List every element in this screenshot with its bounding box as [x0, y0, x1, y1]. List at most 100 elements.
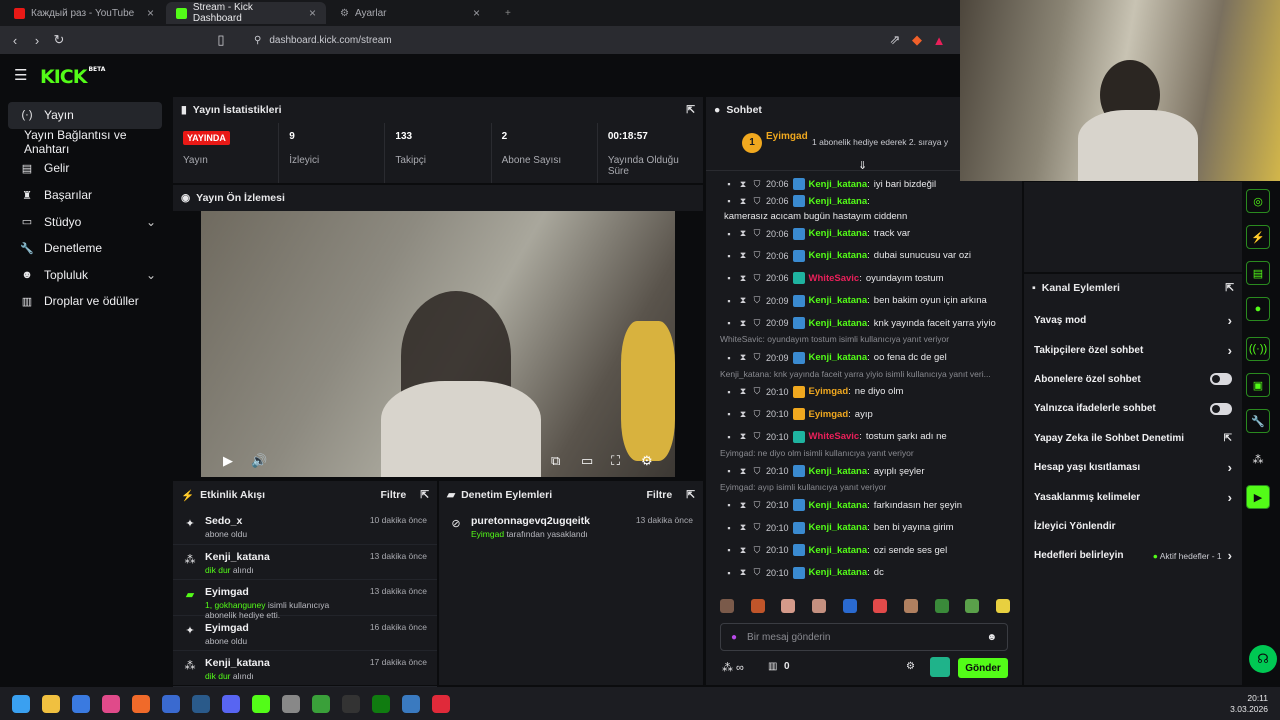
close-icon[interactable]: × [309, 6, 316, 20]
timeout-icon[interactable]: ⧗ [738, 567, 748, 578]
sidebar-item[interactable]: ▤ Gelir [8, 155, 162, 182]
kick-icon[interactable] [252, 694, 270, 713]
message-username[interactable]: Eyimgad [809, 409, 849, 420]
shield-icon[interactable]: ⛉ [752, 386, 762, 397]
document-icon[interactable]: ▤ [1246, 261, 1270, 285]
emote[interactable] [811, 599, 826, 613]
timeout-icon[interactable]: ⧗ [738, 179, 748, 190]
chevron-right-icon[interactable]: › [1228, 460, 1232, 475]
back-icon[interactable]: ‹ [4, 33, 26, 48]
shield-icon[interactable]: ⛉ [752, 567, 762, 578]
chat-message[interactable]: ▪ ⧗ ⛉ 20:10 Eyimgad: ayıp [706, 403, 1022, 425]
message-username[interactable]: Kenji_katana [809, 250, 868, 261]
timeout-icon[interactable]: ⧗ [738, 295, 748, 306]
channel-action[interactable]: Abonelere özel sohbet [1024, 365, 1242, 394]
reload-icon[interactable]: ↻ [48, 32, 70, 48]
chevron-right-icon[interactable]: › [1228, 313, 1232, 328]
layout-icon[interactable]: ▣ [1246, 373, 1270, 397]
popout-icon[interactable]: ⇱ [686, 104, 695, 116]
share-icon[interactable]: ⇗ [884, 32, 906, 48]
chat-message[interactable]: ▪ ⧗ ⛉ 20:10 Kenji_katana: dc [706, 561, 1022, 583]
chat-message[interactable]: ▪ ⧗ ⛉ 20:10 Kenji_katana: ozi sende ses gel [706, 539, 1022, 561]
filter-button[interactable]: Filtre [381, 489, 407, 501]
delete-icon[interactable]: ▪ [724, 500, 734, 510]
chat-message[interactable]: ▪ ⧗ ⛉ 20:10 Kenji_katana: ayıplı şeyler [706, 460, 1022, 482]
minecraft-icon[interactable] [312, 694, 330, 713]
message-username[interactable]: Kenji_katana [809, 466, 868, 477]
activity-item[interactable]: ✦ Eyimgad abone oldu 16 dakika önce [173, 616, 437, 652]
brave-shield-icon[interactable]: ◆ [906, 32, 928, 48]
message-username[interactable]: Kenji_katana [809, 352, 868, 363]
chevron-down-icon[interactable]: ⌄ [146, 215, 156, 229]
filter-button[interactable]: Filtre [647, 489, 673, 501]
chevron-right-icon[interactable]: › [1228, 490, 1232, 505]
rewards-icon[interactable]: ▲ [928, 33, 950, 48]
chat-icon[interactable]: ● [1246, 297, 1270, 321]
toggle-switch[interactable] [1210, 402, 1232, 415]
target-icon[interactable]: ◎ [1246, 189, 1270, 213]
external-link-icon[interactable]: ⇱ [1224, 433, 1232, 444]
delete-icon[interactable]: ▪ [724, 353, 734, 363]
chat-message[interactable]: ▪ ⧗ ⛉ 20:06 Kenji_katana: track var [706, 222, 1022, 244]
epic-games-icon[interactable] [342, 694, 360, 713]
delete-icon[interactable]: ▪ [724, 179, 734, 189]
chat-message[interactable]: ▪ ⧗ ⛉ 20:06 Kenji_katana: kamerasız acıcam bu… [706, 195, 1022, 222]
delete-icon[interactable]: ▪ [724, 196, 734, 206]
shield-icon[interactable]: ⛉ [752, 250, 762, 261]
store-icon[interactable]: ▥ [768, 661, 777, 672]
delete-icon[interactable]: ▪ [724, 568, 734, 578]
delete-icon[interactable]: ▪ [724, 229, 734, 239]
shield-icon[interactable]: ⛉ [752, 352, 762, 363]
chevron-right-icon[interactable]: › [1228, 343, 1232, 358]
timeout-icon[interactable]: ⧗ [738, 500, 748, 511]
chat-message[interactable]: ▪ ⧗ ⛉ 20:10 Kenji_katana: ben bi yayına girim [706, 517, 1022, 539]
sidebar-item[interactable]: Yayın Bağlantısı ve Anahtarı [8, 128, 162, 156]
shield-icon[interactable]: ⛉ [752, 273, 762, 284]
shield-icon[interactable]: ⛉ [752, 179, 762, 190]
chat-input[interactable]: ● Bir mesaj gönderin ☻ [720, 623, 1008, 651]
send-button[interactable]: Gönder [958, 658, 1008, 678]
sidebar-item[interactable]: (·) Yayın [8, 102, 162, 129]
chevron-down-icon[interactable]: ⌄ [146, 268, 156, 282]
delete-icon[interactable]: ▪ [724, 523, 734, 533]
app-icon[interactable] [162, 694, 180, 713]
app-icon[interactable] [102, 694, 120, 713]
sidebar-item[interactable]: ▥ Droplar ve ödüller [8, 288, 162, 315]
shield-icon[interactable]: ⛉ [752, 409, 762, 420]
sidebar-item[interactable]: ☻ Topluluk ⌄ [8, 262, 162, 289]
chat-message[interactable]: ▪ ⧗ ⛉ 20:09 Kenji_katana: ben bakim oyun için… [706, 290, 1022, 312]
steam-icon[interactable] [192, 694, 210, 713]
chat-message[interactable]: ▪ ⧗ ⛉ 20:10 Kenji_katana: farkındasın her şey… [706, 494, 1022, 516]
message-username[interactable]: Kenji_katana [809, 228, 868, 239]
play-icon[interactable]: ▶ [223, 453, 233, 469]
message-username[interactable]: Kenji_katana [809, 545, 868, 556]
scroll-down-icon[interactable]: ⇓ [858, 159, 867, 172]
delete-icon[interactable]: ▪ [724, 318, 734, 328]
emote[interactable] [903, 599, 918, 613]
emote[interactable] [965, 599, 980, 613]
tab-youtube[interactable]: Каждый раз - YouTube × [4, 2, 164, 24]
channel-action[interactable]: İzleyici Yönlendir [1024, 512, 1242, 541]
bolt-icon[interactable]: ⚡ [1246, 225, 1270, 249]
emote[interactable] [842, 599, 857, 613]
emote[interactable] [720, 599, 734, 613]
timeout-icon[interactable]: ⧗ [738, 352, 748, 363]
close-icon[interactable]: × [473, 6, 480, 20]
help-icon[interactable]: ☊ [1249, 645, 1277, 673]
app-icon[interactable] [402, 694, 420, 713]
popout-icon[interactable]: ⇱ [1225, 282, 1234, 294]
chat-message[interactable]: ▪ ⧗ ⛉ 20:06 WhiteSavic: oyundayım tostum [706, 267, 1022, 289]
channel-action[interactable]: Yalnızca ifadelerle sohbet [1024, 394, 1242, 423]
wrench-icon[interactable]: 🔧 [1246, 409, 1270, 433]
shield-icon[interactable]: ⛉ [752, 466, 762, 477]
clock[interactable]: 20:11 3.03.2026 [1230, 693, 1268, 715]
chat-message[interactable]: ▪ ⧗ ⛉ 20:09 Kenji_katana: oo fena dc de gel [706, 346, 1022, 368]
clip-icon[interactable]: ▶ [1246, 485, 1270, 509]
broadcast-icon[interactable]: ((·)) [1246, 337, 1270, 361]
popout-icon[interactable]: ⇱ [686, 489, 695, 501]
shield-icon[interactable]: ⛉ [752, 196, 762, 207]
popout-icon[interactable]: ⇱ [420, 489, 429, 501]
chat-message[interactable]: ▪ ⧗ ⛉ 20:06 Kenji_katana: dubai sunucusu var … [706, 245, 1022, 267]
message-username[interactable]: Kenji_katana [809, 567, 868, 578]
brave-icon[interactable] [132, 694, 150, 713]
